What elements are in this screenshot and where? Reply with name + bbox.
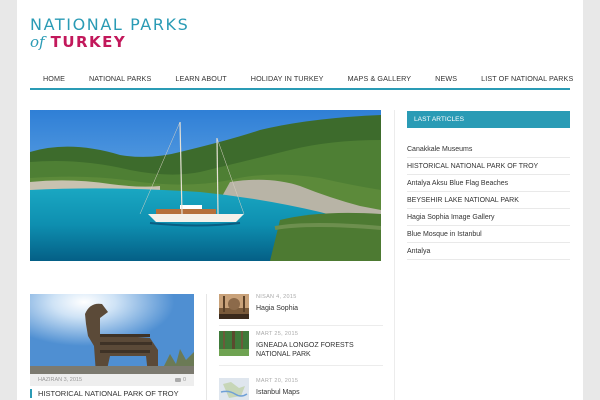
map-thumb[interactable] [219,378,249,400]
main-nav: HOME NATIONAL PARKS LEARN ABOUT HOLIDAY … [30,68,573,90]
logo-title: NATIONAL PARKS [30,15,190,34]
featured-post-date: HAZIRAN 3, 2015 [38,377,83,383]
comment-count[interactable]: 0 [174,377,186,383]
sidebar-article-link[interactable]: Hagia Sophia Image Gallery [407,209,570,226]
nav-holiday-in-turkey[interactable]: HOLIDAY IN TURKEY [251,74,324,83]
nav-home[interactable]: HOME [43,74,65,83]
sidebar-article-link[interactable]: Antalya [407,243,570,260]
post-title[interactable]: Hagia Sophia [256,304,383,313]
last-articles-list: Canakkale Museums HISTORICAL NATIONAL PA… [407,141,570,260]
featured-post-image[interactable] [30,294,194,374]
nav-national-parks[interactable]: NATIONAL PARKS [89,74,151,83]
post-title[interactable]: IGNEADA LONGOZ FORESTS NATIONAL PARK [256,341,383,359]
sidebar-title: LAST ARTICLES [407,111,570,128]
sidebar-article-link[interactable]: Canakkale Museums [407,141,570,158]
nav-list-of-national-parks[interactable]: LIST OF NATIONAL PARKS [481,74,573,83]
trojan-horse-image [30,294,194,374]
nav-maps-gallery[interactable]: MAPS & GALLERY [348,74,412,83]
logo-of: of [30,33,45,51]
sidebar-article-link[interactable]: Antalya Aksu Blue Flag Beaches [407,175,570,192]
nav-news[interactable]: NEWS [435,74,457,83]
posts-divider [206,294,207,400]
hero-image[interactable] [30,110,381,261]
sailboat-bay-image [30,110,381,261]
sidebar-article-link[interactable]: BEYSEHIR LAKE NATIONAL PARK [407,192,570,209]
mosque-thumb[interactable] [219,294,249,319]
page: NATIONAL PARKS of TURKEY HOME NATIONAL PA… [17,0,583,400]
featured-post-title[interactable]: HISTORICAL NATIONAL PARK OF TROY [30,389,194,398]
nav-learn-about[interactable]: LEARN ABOUT [175,74,226,83]
post-date: MART 25, 2015 [256,331,299,337]
site-logo[interactable]: NATIONAL PARKS of TURKEY [30,16,189,51]
column-divider [394,110,395,400]
comment-icon [174,378,181,382]
logo-turkey: TURKEY [50,33,127,51]
featured-post-meta: HAZIRAN 3, 2015 0 [30,374,194,386]
post-date: MART 20, 2015 [256,378,299,384]
forest-thumb[interactable] [219,331,249,356]
sidebar-article-link[interactable]: Blue Mosque in Istanbul [407,226,570,243]
sidebar-article-link[interactable]: HISTORICAL NATIONAL PARK OF TROY [407,158,570,175]
post-date: NISAN 4, 2015 [256,294,297,300]
post-title[interactable]: Istanbul Maps [256,388,383,397]
